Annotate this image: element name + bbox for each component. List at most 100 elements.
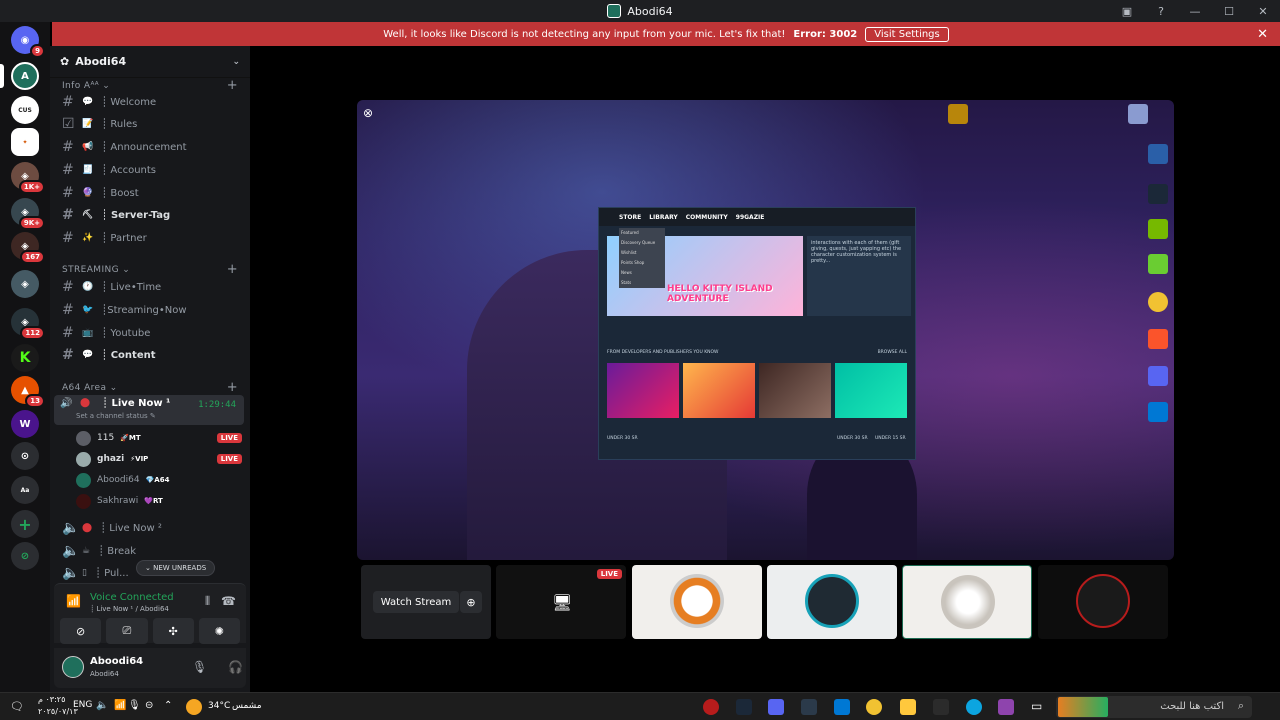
server-folder-7-icon[interactable]: Aa bbox=[11, 476, 39, 504]
screen-share-button[interactable]: ⎚ bbox=[106, 618, 148, 644]
voice-user[interactable]: Sakhrawi 💜RT bbox=[76, 491, 242, 511]
channel-emoji: 📺 bbox=[82, 328, 94, 338]
notifications-icon[interactable]: 🗨 bbox=[10, 700, 24, 713]
noise-suppression-icon[interactable]: ⫴ bbox=[205, 594, 210, 609]
network-icon[interactable]: 📶 bbox=[114, 700, 126, 711]
server-abodi64-icon[interactable]: A bbox=[11, 62, 39, 90]
stream-preview-tile[interactable]: LIVE 🖥 bbox=[496, 565, 626, 639]
file-explorer-icon[interactable] bbox=[900, 699, 916, 715]
participant-tile[interactable] bbox=[1038, 565, 1168, 639]
clock-date[interactable]: ٢٠٢٥/٠٧/١٣ bbox=[38, 707, 78, 716]
server-folder-5-icon[interactable]: ◈ 112 bbox=[11, 308, 45, 340]
tray-app-icon[interactable]: ⊝ bbox=[145, 700, 153, 711]
disconnect-icon[interactable]: ☎ bbox=[221, 594, 236, 608]
voice-user[interactable]: 115 🚀MT LIVE bbox=[76, 428, 242, 448]
channel-live-time[interactable]: # 🕐 ┊ Live•Time bbox=[58, 276, 242, 298]
channel-announcement[interactable]: # 📢 ┊ Announcement bbox=[58, 136, 242, 158]
avatar[interactable] bbox=[62, 656, 84, 678]
voice-channel-break[interactable]: 🔈 ☕ ┊ Break bbox=[58, 540, 242, 562]
channel-server-tag[interactable]: # ⛏ ┊ Server-Tag bbox=[58, 204, 242, 226]
server-folder-6-icon[interactable]: ⊙ bbox=[11, 442, 39, 470]
app-taskbar-icon[interactable] bbox=[801, 699, 817, 715]
signal-icon[interactable]: 📶 bbox=[66, 594, 81, 608]
channel-partner[interactable]: # ✨ ┊ Partner bbox=[58, 227, 242, 249]
channel-welcome[interactable]: # 💬 ┊ Welcome bbox=[58, 91, 242, 113]
weather-sun-icon[interactable] bbox=[186, 699, 202, 715]
search-placeholder: اكتب هنا للبحث bbox=[1160, 701, 1224, 712]
hash-icon: # bbox=[62, 325, 74, 341]
server-fox-icon[interactable]: ▲ 13 bbox=[11, 376, 45, 408]
weather-temperature[interactable]: 34°C bbox=[208, 701, 230, 711]
mic-notice-bar: Well, it looks like Discord is not detec… bbox=[52, 22, 1280, 46]
volume-icon[interactable]: 🔈 bbox=[96, 700, 108, 711]
inbox-icon[interactable]: ▣ bbox=[1110, 5, 1144, 18]
channel-streaming-now[interactable]: # 🐦 ┊Streaming•Now bbox=[58, 299, 242, 321]
show-hidden-icons[interactable]: ⌃ bbox=[164, 700, 172, 711]
server-orange-icon[interactable]: ✦ bbox=[11, 128, 39, 156]
voice-user[interactable]: ghazi ⚡VIP LIVE bbox=[76, 449, 242, 469]
category-streaming[interactable]: STREAMING ⌄ + bbox=[62, 262, 238, 277]
participant-tile[interactable] bbox=[767, 565, 897, 639]
microphone-icon[interactable]: 🎙 bbox=[192, 660, 207, 674]
edge-taskbar-icon[interactable] bbox=[966, 699, 982, 715]
camera-off-button[interactable]: ⊘ bbox=[60, 618, 102, 644]
headphones-icon[interactable]: 🎧 bbox=[228, 660, 243, 674]
hash-icon: # bbox=[62, 347, 74, 363]
activities-button[interactable]: ✣ bbox=[152, 618, 194, 644]
server-header[interactable]: ✿ Abodi64 ⌄ bbox=[50, 46, 250, 78]
voice-user[interactable]: Aboodi64 💎A64 bbox=[76, 470, 242, 490]
server-folder-1-icon[interactable]: ◈ 1K+ bbox=[11, 162, 45, 194]
close-button[interactable]: ✕ bbox=[1246, 5, 1280, 18]
outlook-taskbar-icon[interactable] bbox=[834, 699, 850, 715]
stream-video[interactable]: ⊗ STORE LIBRARY COMMUNITY 99GAZIE HELLO … bbox=[357, 100, 1174, 560]
participant-tile[interactable] bbox=[632, 565, 762, 639]
steam-nav-library: LIBRARY bbox=[649, 213, 678, 221]
voice-connected-channel[interactable]: ┊ Live Now ¹ / Abodi64 bbox=[90, 605, 169, 613]
new-unreads-pill[interactable]: ⌄ NEW UNREADS bbox=[136, 560, 216, 576]
discover-icon[interactable]: ⊘ bbox=[11, 542, 39, 570]
mic-tray-icon[interactable]: 🎙 bbox=[128, 700, 141, 711]
server-folder-4-icon[interactable]: ◈ bbox=[11, 270, 39, 298]
close-stream-icon[interactable]: ⊗ bbox=[363, 106, 373, 120]
steam-nav-user: 99GAZIE bbox=[735, 213, 765, 221]
obs-taskbar-icon[interactable] bbox=[703, 699, 719, 715]
add-server-icon[interactable]: + bbox=[11, 510, 39, 538]
channel-boost[interactable]: # 🔮 ┊ Boost bbox=[58, 182, 242, 204]
task-view-icon[interactable]: ▭ bbox=[1031, 699, 1042, 713]
participant-tile[interactable] bbox=[902, 565, 1032, 639]
language-indicator[interactable]: ENG bbox=[73, 700, 92, 710]
maximize-button[interactable]: ☐ bbox=[1212, 5, 1246, 18]
server-purple-icon[interactable]: W bbox=[11, 410, 39, 438]
soundboard-button[interactable]: ✺ bbox=[198, 618, 240, 644]
category-a64-area[interactable]: A64 Area ⌄ + bbox=[62, 380, 238, 395]
server-kick-icon[interactable]: K bbox=[11, 344, 39, 372]
server-folder-2-icon[interactable]: ◈ 9K+ bbox=[11, 198, 45, 230]
add-channel-icon[interactable]: + bbox=[227, 262, 238, 277]
channel-status[interactable]: Set a channel status ✎ bbox=[76, 412, 156, 420]
watch-stream-button[interactable]: Watch Stream bbox=[373, 591, 459, 613]
weather-description[interactable]: مشمس bbox=[232, 701, 262, 711]
dismiss-notice-icon[interactable]: ✕ bbox=[1257, 27, 1268, 42]
server-folder-3-icon[interactable]: ◈ 167 bbox=[11, 232, 45, 264]
clock-time[interactable]: ٠٣:٢٥ م bbox=[38, 695, 65, 704]
user-name: Aboodi64 bbox=[90, 656, 144, 667]
copilot-taskbar-icon[interactable] bbox=[998, 699, 1014, 715]
store-taskbar-icon[interactable] bbox=[933, 699, 949, 715]
voice-channel-live-now-2[interactable]: 🔈 ⬤ ┊ Live Now ² bbox=[58, 517, 242, 539]
help-icon[interactable]: ? bbox=[1144, 5, 1178, 18]
voice-channel-live-now-1[interactable]: 🔊 ⬤ ┊ Live Now ¹ 1:29:44 Set a channel s… bbox=[54, 395, 244, 425]
channel-rules[interactable]: ☑ 📝 ┊ Rules bbox=[58, 113, 242, 135]
taskbar-search[interactable]: اكتب هنا للبحث ⌕ bbox=[1056, 696, 1252, 718]
add-channel-icon[interactable]: + bbox=[227, 380, 238, 395]
channel-accounts[interactable]: # 🧾 ┊ Accounts bbox=[58, 159, 242, 181]
discord-taskbar-icon[interactable] bbox=[768, 699, 784, 715]
channel-content[interactable]: # 💬 ┊ Content bbox=[58, 344, 242, 366]
add-stream-icon[interactable]: ⊕ bbox=[460, 591, 482, 613]
minimize-button[interactable]: — bbox=[1178, 5, 1212, 18]
server-customs-icon[interactable]: CUS bbox=[11, 96, 39, 124]
chrome-taskbar-icon[interactable] bbox=[866, 699, 882, 715]
steam-taskbar-icon[interactable] bbox=[736, 699, 752, 715]
direct-messages-icon[interactable]: ◉ 9 bbox=[11, 26, 45, 58]
visit-settings-button[interactable]: Visit Settings bbox=[865, 26, 949, 42]
channel-youtube[interactable]: # 📺 ┊ Youtube bbox=[58, 322, 242, 344]
